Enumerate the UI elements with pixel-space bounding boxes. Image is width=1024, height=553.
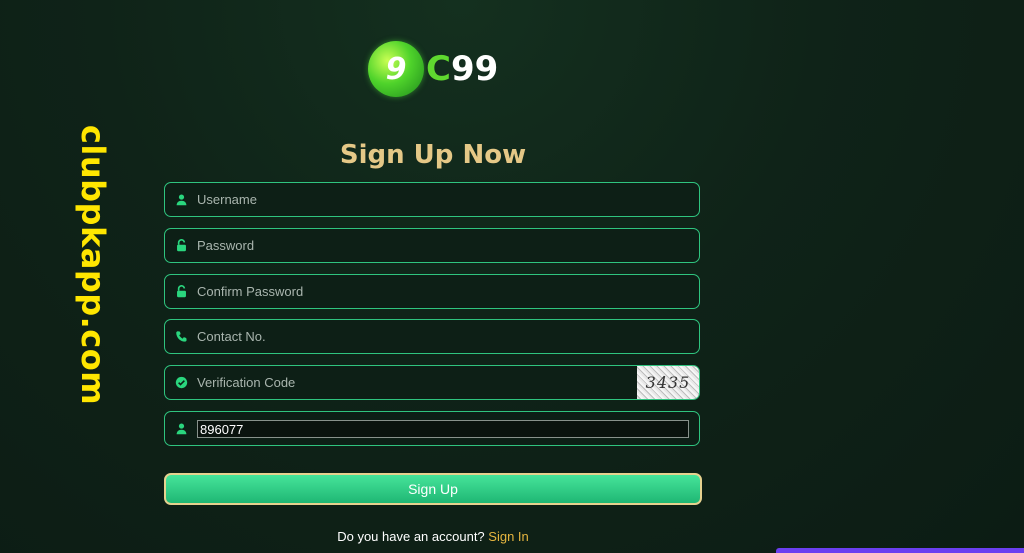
- password-field[interactable]: Password: [164, 228, 700, 263]
- logo-icon: 9: [368, 41, 424, 97]
- verification-code-field[interactable]: Verification Code 3435: [164, 365, 700, 400]
- sign-in-link[interactable]: Sign In: [488, 529, 528, 544]
- lock-icon: [165, 285, 197, 298]
- referral-code-field[interactable]: 896077: [164, 411, 700, 446]
- page-title: Sign Up Now: [339, 140, 527, 170]
- password-placeholder: Password: [197, 238, 255, 253]
- username-placeholder: Username: [197, 192, 257, 207]
- brand-logo: 9 C99: [368, 38, 508, 100]
- watermark-text: clubpkapp.com: [68, 125, 118, 405]
- captcha-image[interactable]: 3435: [637, 366, 699, 399]
- check-circle-icon: [165, 376, 197, 389]
- logo-text: C99: [426, 49, 498, 89]
- user-icon: [165, 422, 197, 435]
- username-field[interactable]: Username: [164, 182, 700, 217]
- contact-field[interactable]: Contact No.: [164, 319, 700, 354]
- sign-up-button[interactable]: Sign Up: [164, 473, 702, 505]
- watermark-label: clubpkapp.com: [74, 124, 113, 406]
- contact-placeholder: Contact No.: [197, 329, 266, 344]
- logo-mark-text: 9: [385, 51, 407, 87]
- captcha-text: 3435: [645, 373, 691, 392]
- bottom-accent-bar: [776, 548, 1024, 553]
- sign-in-prompt: Do you have an account? Sign In: [164, 529, 702, 544]
- phone-icon: [165, 330, 197, 343]
- verification-placeholder: Verification Code: [197, 375, 296, 390]
- confirm-password-field[interactable]: Confirm Password: [164, 274, 700, 309]
- account-question: Do you have an account?: [337, 529, 485, 544]
- confirm-password-placeholder: Confirm Password: [197, 284, 304, 299]
- lock-icon: [165, 239, 197, 252]
- user-icon: [165, 193, 197, 206]
- logo-text-num: 99: [450, 49, 499, 89]
- logo-text-c: C: [426, 49, 451, 89]
- referral-code-input[interactable]: 896077: [197, 419, 689, 438]
